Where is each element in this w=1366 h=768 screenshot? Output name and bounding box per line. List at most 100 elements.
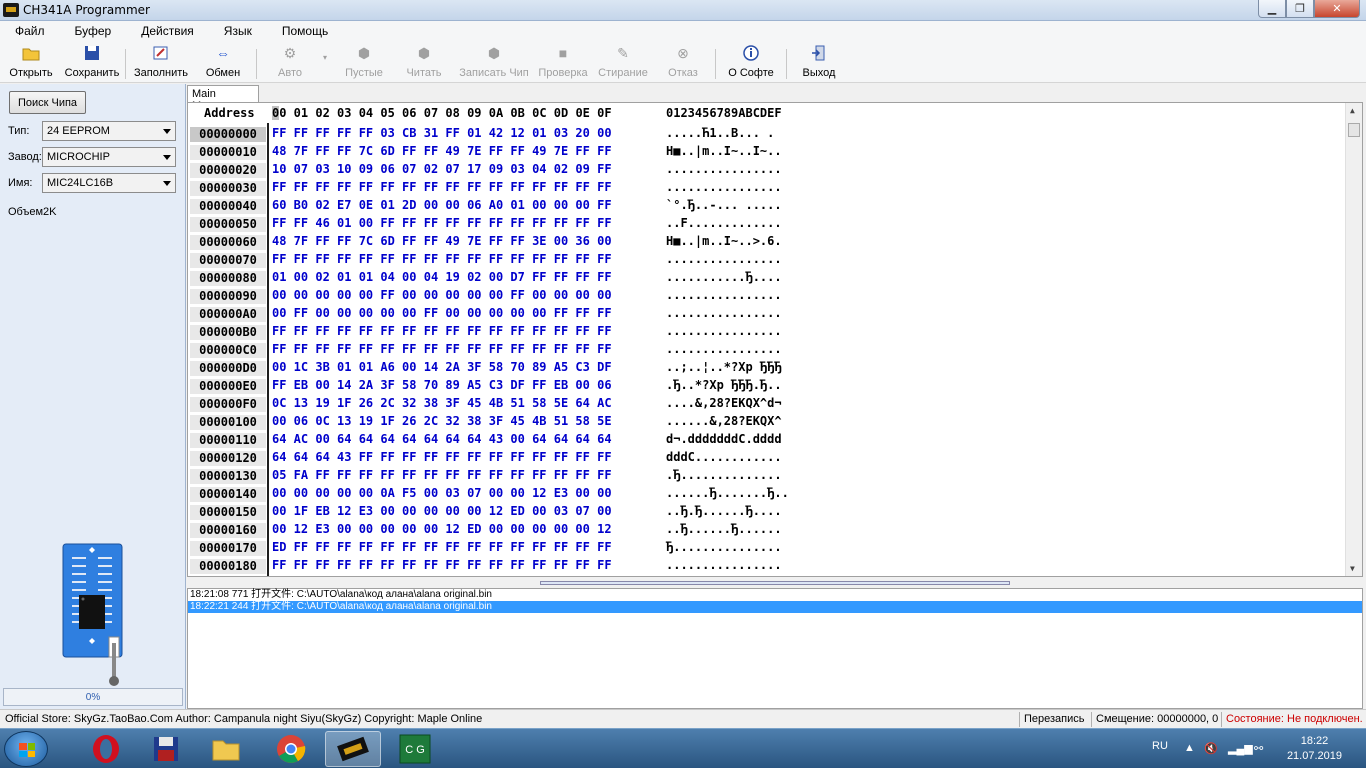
hex-row[interactable]: 000000A0 00 FF 00 00 00 00 00 FF 00 00 00… bbox=[188, 305, 1346, 323]
menu-actions[interactable]: Действия bbox=[126, 24, 209, 38]
log-panel[interactable]: 18:21:08 771 打开文件: C:\AUTO\alana\код ала… bbox=[187, 588, 1363, 709]
exit-button[interactable]: Выход bbox=[800, 41, 838, 83]
row-ascii[interactable]: ................ bbox=[666, 288, 782, 302]
row-ascii[interactable]: `°.Ђ..-... ..... bbox=[666, 198, 782, 212]
row-ascii[interactable]: .....Ћ1..B... . bbox=[666, 126, 774, 140]
ch341a-icon[interactable] bbox=[325, 731, 381, 767]
exchange-button[interactable]: ⇔ Обмен bbox=[200, 41, 246, 83]
hex-row[interactable]: 000000C0 FF FF FF FF FF FF FF FF FF FF FF… bbox=[188, 341, 1346, 359]
hex-row[interactable]: 00000090 00 00 00 00 00 FF 00 00 00 00 00… bbox=[188, 287, 1346, 305]
row-bytes[interactable]: 00 06 0C 13 19 1F 26 2C 32 38 3F 45 4B 5… bbox=[272, 414, 612, 428]
hex-row[interactable]: 00000050 FF FF 46 01 00 FF FF FF FF FF FF… bbox=[188, 215, 1346, 233]
row-bytes[interactable]: ED FF FF FF FF FF FF FF FF FF FF FF FF F… bbox=[272, 540, 612, 554]
row-bytes[interactable]: 64 AC 00 64 64 64 64 64 64 64 43 00 64 6… bbox=[272, 432, 612, 446]
search-chip-button[interactable]: Поиск Чипа bbox=[9, 91, 86, 114]
hex-row[interactable]: 000000F0 0C 13 19 1F 26 2C 32 38 3F 45 4B… bbox=[188, 395, 1346, 413]
row-bytes[interactable]: 00 FF 00 00 00 00 00 FF 00 00 00 00 00 F… bbox=[272, 306, 612, 320]
row-bytes[interactable]: 0C 13 19 1F 26 2C 32 38 3F 45 4B 51 58 5… bbox=[272, 396, 612, 410]
vertical-scrollbar[interactable]: ▲ ▼ bbox=[1345, 103, 1362, 576]
auto-dropdown-arrow[interactable]: ▾ bbox=[318, 53, 332, 63]
clock[interactable]: 18:22 21.07.2019 bbox=[1287, 734, 1342, 764]
row-ascii[interactable]: ................ bbox=[666, 162, 782, 176]
verify-button[interactable]: ■ Проверка bbox=[536, 41, 590, 83]
row-ascii[interactable]: ................ bbox=[666, 324, 782, 338]
row-ascii[interactable]: ................ bbox=[666, 252, 782, 266]
menu-language[interactable]: Язык bbox=[209, 24, 267, 38]
hex-row[interactable]: 00000130 05 FA FF FF FF FF FF FF FF FF FF… bbox=[188, 467, 1346, 485]
row-ascii[interactable]: ................ bbox=[666, 306, 782, 320]
hex-row[interactable]: 00000040 60 B0 02 E7 0E 01 2D 00 00 06 A0… bbox=[188, 197, 1346, 215]
hex-row[interactable]: 00000060 48 7F FF FF 7C 6D FF FF 49 7E FF… bbox=[188, 233, 1346, 251]
row-bytes[interactable]: FF FF FF FF FF FF FF FF FF FF FF FF FF F… bbox=[272, 252, 612, 266]
type-select[interactable]: 24 EEPROM bbox=[42, 121, 176, 141]
menu-help[interactable]: Помощь bbox=[267, 24, 343, 38]
hex-row[interactable]: 00000030 FF FF FF FF FF FF FF FF FF FF FF… bbox=[188, 179, 1346, 197]
maximize-button[interactable]: ❐ bbox=[1286, 0, 1314, 18]
hex-row[interactable]: 00000160 00 12 E3 00 00 00 00 00 12 ED 00… bbox=[188, 521, 1346, 539]
row-bytes[interactable]: 00 1F EB 12 E3 00 00 00 00 00 12 ED 00 0… bbox=[272, 504, 612, 518]
save-icon[interactable] bbox=[138, 731, 194, 767]
hex-row[interactable]: 00000000 FF FF FF FF FF 03 CB 31 FF 01 42… bbox=[188, 125, 1346, 143]
row-ascii[interactable]: ..F............. bbox=[666, 216, 782, 230]
maker-select[interactable]: MICROCHIP bbox=[42, 147, 176, 167]
row-ascii[interactable]: ................ bbox=[666, 342, 782, 356]
read-button[interactable]: ⬢ Читать bbox=[402, 41, 446, 83]
row-ascii[interactable]: ......&,28?EKQX^ bbox=[666, 414, 782, 428]
write-chip-button[interactable]: ⬢ Записать Чип bbox=[456, 41, 532, 83]
row-bytes[interactable]: FF FF FF FF FF FF FF FF FF FF FF FF FF F… bbox=[272, 342, 612, 356]
close-button[interactable]: ✕ bbox=[1314, 0, 1360, 18]
start-button[interactable] bbox=[4, 731, 48, 767]
about-button[interactable]: О Софте bbox=[727, 41, 775, 83]
hex-row[interactable]: 00000100 00 06 0C 13 19 1F 26 2C 32 38 3F… bbox=[188, 413, 1346, 431]
hex-row[interactable]: 000000E0 FF EB 00 14 2A 3F 58 70 89 A5 C3… bbox=[188, 377, 1346, 395]
hex-row[interactable]: 00000020 10 07 03 10 09 06 07 02 07 17 09… bbox=[188, 161, 1346, 179]
row-bytes[interactable]: 60 B0 02 E7 0E 01 2D 00 00 06 A0 01 00 0… bbox=[272, 198, 612, 212]
row-ascii[interactable]: ..;..¦..*?Xp ЂЂЂ bbox=[666, 360, 782, 374]
row-ascii[interactable]: ................ bbox=[666, 180, 782, 194]
explorer-icon[interactable] bbox=[198, 731, 254, 767]
scroll-down-icon[interactable]: ▼ bbox=[1350, 564, 1355, 573]
signal-icon[interactable]: ▂▄▆ bbox=[1228, 742, 1253, 755]
row-bytes[interactable]: 48 7F FF FF 7C 6D FF FF 49 7E FF FF 3E 0… bbox=[272, 234, 612, 248]
row-ascii[interactable]: ..Ђ......Ђ...... bbox=[666, 522, 782, 536]
scroll-thumb[interactable] bbox=[1348, 123, 1360, 137]
blank-check-button[interactable]: ⬢ Пустые bbox=[342, 41, 386, 83]
hex-row[interactable]: 00000170 ED FF FF FF FF FF FF FF FF FF FF… bbox=[188, 539, 1346, 557]
row-ascii[interactable]: .Ђ..*?Xp ЂЂЂ.Ђ.. bbox=[666, 378, 782, 392]
opera-icon[interactable] bbox=[78, 731, 134, 767]
row-bytes[interactable]: 48 7F FF FF 7C 6D FF FF 49 7E FF FF 49 7… bbox=[272, 144, 612, 158]
row-bytes[interactable]: 00 12 E3 00 00 00 00 00 12 ED 00 00 00 0… bbox=[272, 522, 612, 536]
pane-splitter[interactable] bbox=[187, 578, 1363, 588]
hex-row[interactable]: 000000D0 00 1C 3B 01 01 A6 00 14 2A 3F 58… bbox=[188, 359, 1346, 377]
hex-row[interactable]: 00000120 64 64 64 43 FF FF FF FF FF FF FF… bbox=[188, 449, 1346, 467]
hex-row[interactable]: 00000070 FF FF FF FF FF FF FF FF FF FF FF… bbox=[188, 251, 1346, 269]
tab-main-memory[interactable]: Main Memory bbox=[187, 85, 259, 112]
row-bytes[interactable]: 00 00 00 00 00 0A F5 00 03 07 00 00 12 E… bbox=[272, 486, 612, 500]
language-indicator[interactable]: RU bbox=[1152, 740, 1168, 752]
row-ascii[interactable]: ...........Ђ.... bbox=[666, 270, 782, 284]
hex-editor[interactable]: Address 00 01 02 03 04 05 06 07 08 09 0A… bbox=[187, 102, 1363, 577]
log-line-selected[interactable]: 18:22:21 244 打开文件: C:\AUTO\alana\код ала… bbox=[188, 601, 1362, 613]
row-ascii[interactable]: .Ђ.............. bbox=[666, 468, 782, 482]
save-button[interactable]: Сохранить bbox=[64, 41, 120, 83]
row-ascii[interactable]: dddC............ bbox=[666, 450, 782, 464]
menu-buffer[interactable]: Буфер bbox=[60, 24, 127, 38]
open-button[interactable]: Открыть bbox=[8, 41, 54, 83]
scroll-up-icon[interactable]: ▲ bbox=[1350, 106, 1355, 115]
row-bytes[interactable]: 01 00 02 01 01 04 00 04 19 02 00 D7 FF F… bbox=[272, 270, 612, 284]
row-ascii[interactable]: d¬.dddddddC.dddd bbox=[666, 432, 782, 446]
row-ascii[interactable]: ......Ђ.......Ђ.. bbox=[666, 486, 789, 500]
hex-row[interactable]: 000000B0 FF FF FF FF FF FF FF FF FF FF FF… bbox=[188, 323, 1346, 341]
volume-muted-icon[interactable]: 🔇 bbox=[1204, 742, 1218, 755]
row-ascii[interactable]: ....&,28?EKQX^d¬ bbox=[666, 396, 782, 410]
hex-row[interactable]: 00000010 48 7F FF FF 7C 6D FF FF 49 7E FF… bbox=[188, 143, 1346, 161]
row-bytes[interactable]: FF FF FF FF FF 03 CB 31 FF 01 42 12 01 0… bbox=[272, 126, 612, 140]
row-bytes[interactable]: FF FF FF FF FF FF FF FF FF FF FF FF FF F… bbox=[272, 558, 612, 572]
name-select[interactable]: MIC24LC16B bbox=[42, 173, 176, 193]
fill-button[interactable]: Заполнить bbox=[133, 41, 189, 83]
hex-row[interactable]: 00000110 64 AC 00 64 64 64 64 64 64 64 43… bbox=[188, 431, 1346, 449]
row-bytes[interactable]: 05 FA FF FF FF FF FF FF FF FF FF FF FF F… bbox=[272, 468, 612, 482]
row-ascii[interactable]: Ђ............... bbox=[666, 540, 782, 554]
row-bytes[interactable]: FF FF FF FF FF FF FF FF FF FF FF FF FF F… bbox=[272, 180, 612, 194]
row-bytes[interactable]: FF FF 46 01 00 FF FF FF FF FF FF FF FF F… bbox=[272, 216, 612, 230]
